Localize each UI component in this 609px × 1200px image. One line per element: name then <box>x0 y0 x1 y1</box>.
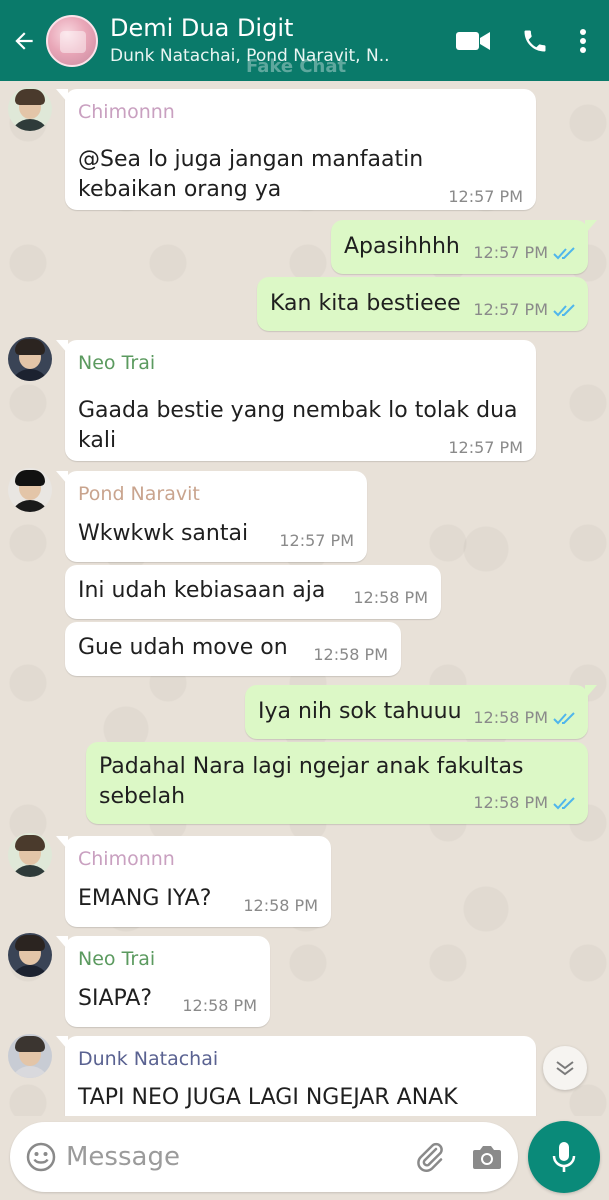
more-options-button[interactable] <box>579 28 587 54</box>
voice-call-button[interactable] <box>521 27 549 55</box>
message-text: kebaikan orang ya <box>78 177 282 202</box>
message-bubble[interactable]: Pond Naravit Wkwkwk santai 12:57 PM <box>56 471 367 562</box>
message-time: 12:58 PM <box>473 793 548 812</box>
read-ticks-icon <box>553 247 575 260</box>
mic-icon <box>552 1142 576 1172</box>
chat-title-area[interactable]: Demi Dua Digit Dunk Natachai, Pond Narav… <box>110 0 455 81</box>
avatar-chimonnn[interactable] <box>8 833 52 877</box>
message-text: Apasihhhh <box>344 234 460 259</box>
message-bubble[interactable]: Chimonnn @Sea lo juga jangan manfaatin k… <box>56 89 536 210</box>
avatar-neo-trai[interactable] <box>8 337 52 381</box>
read-ticks-icon <box>553 797 575 810</box>
message-text: SIAPA? <box>78 986 153 1011</box>
message-time: 12:58 PM <box>353 588 428 607</box>
back-button[interactable] <box>2 0 46 81</box>
message-time: 12:57 PM <box>448 187 523 206</box>
message-bubble[interactable]: Dunk Natachai TAPI NEO JUGA LAGI NGEJAR … <box>56 1036 536 1116</box>
video-call-button[interactable] <box>455 29 491 53</box>
avatar-dunk-natachai[interactable] <box>8 1034 52 1078</box>
message-text: Padahal Nara lagi ngejar anak fakultas <box>99 754 524 779</box>
camera-icon <box>473 1146 501 1169</box>
message-text: Kan kita bestieee <box>270 291 461 316</box>
sender-name: Chimonnn <box>78 848 175 870</box>
back-arrow-icon <box>15 31 33 50</box>
chat-area[interactable]: Chimonnn @Sea lo juga jangan manfaatin k… <box>0 81 609 1116</box>
sender-name: Chimonnn <box>78 101 175 123</box>
message-time: 12:57 PM <box>473 243 548 262</box>
message-text: @Sea lo juga jangan manfaatin <box>78 147 424 172</box>
sender-name: Pond Naravit <box>78 483 200 505</box>
group-avatar[interactable] <box>46 14 98 67</box>
sender-name: Neo Trai <box>78 948 156 970</box>
message-time: 12:57 PM <box>279 531 354 550</box>
message-bubble[interactable]: Neo Trai Gaada bestie yang nembak lo tol… <box>56 340 536 461</box>
message-bubble[interactable]: Ini udah kebiasaan aja 12:58 PM <box>65 565 441 619</box>
more-vert-icon <box>580 28 586 53</box>
sender-name: Dunk Natachai <box>78 1048 219 1070</box>
message-bubble[interactable]: Kan kita bestieee 12:57 PM <box>257 277 588 331</box>
message-text: sebelah <box>99 784 186 809</box>
chat-header: Demi Dua Digit Dunk Natachai, Pond Narav… <box>0 0 609 81</box>
emoji-icon <box>26 1142 56 1172</box>
emoji-button[interactable] <box>26 1142 56 1176</box>
attach-clip-icon <box>417 1142 443 1172</box>
message-text: Wkwkwk santai <box>78 521 249 546</box>
mic-button[interactable] <box>528 1121 600 1193</box>
avatar-pond-naravit[interactable] <box>8 468 52 512</box>
message-text: Gaada bestie yang nembak lo tolak dua <box>78 398 518 423</box>
message-text: TAPI NEO JUGA LAGI NGEJAR ANAK <box>78 1085 458 1110</box>
message-bubble[interactable]: Chimonnn EMANG IYA? 12:58 PM <box>56 836 331 927</box>
message-bubble[interactable]: Neo Trai SIAPA? 12:58 PM <box>56 936 270 1027</box>
message-bubble[interactable]: Padahal Nara lagi ngejar anak fakultas s… <box>86 742 588 824</box>
message-bubble[interactable]: Iya nih sok tahuuu 12:58 PM <box>245 685 597 739</box>
avatar-neo-trai[interactable] <box>8 933 52 977</box>
message-text: kali <box>78 428 117 453</box>
message-text: Ini udah kebiasaan aja <box>78 578 326 603</box>
message-text: Gue udah move on <box>78 635 288 660</box>
avatar-chimonnn[interactable] <box>8 87 52 131</box>
read-ticks-icon <box>553 712 575 725</box>
message-text: Iya nih sok tahuuu <box>258 699 462 724</box>
scroll-to-bottom-button[interactable] <box>543 1046 587 1090</box>
phone-icon <box>524 30 546 51</box>
message-text: EMANG IYA? <box>78 886 212 911</box>
sender-name: Neo Trai <box>78 352 156 374</box>
message-bubble[interactable]: Gue udah move on 12:58 PM <box>65 622 401 676</box>
read-ticks-icon <box>553 304 575 317</box>
message-time: 12:58 PM <box>243 896 318 915</box>
message-composer: Message <box>10 1122 518 1192</box>
double-chevron-down-icon <box>556 1061 574 1076</box>
video-call-icon <box>456 31 490 50</box>
watermark: Fake Chat <box>246 56 347 77</box>
message-bubble[interactable]: Apasihhhh 12:57 PM <box>331 220 597 274</box>
attach-button[interactable] <box>413 1140 447 1178</box>
message-time: 12:58 PM <box>313 645 388 664</box>
camera-button[interactable] <box>471 1142 503 1176</box>
chat-title: Demi Dua Digit <box>110 14 294 42</box>
message-input[interactable]: Message <box>66 1142 180 1172</box>
message-time: 12:57 PM <box>473 300 548 319</box>
message-time: 12:58 PM <box>473 708 548 727</box>
message-time: 12:57 PM <box>448 438 523 457</box>
message-time: 12:58 PM <box>182 996 257 1015</box>
